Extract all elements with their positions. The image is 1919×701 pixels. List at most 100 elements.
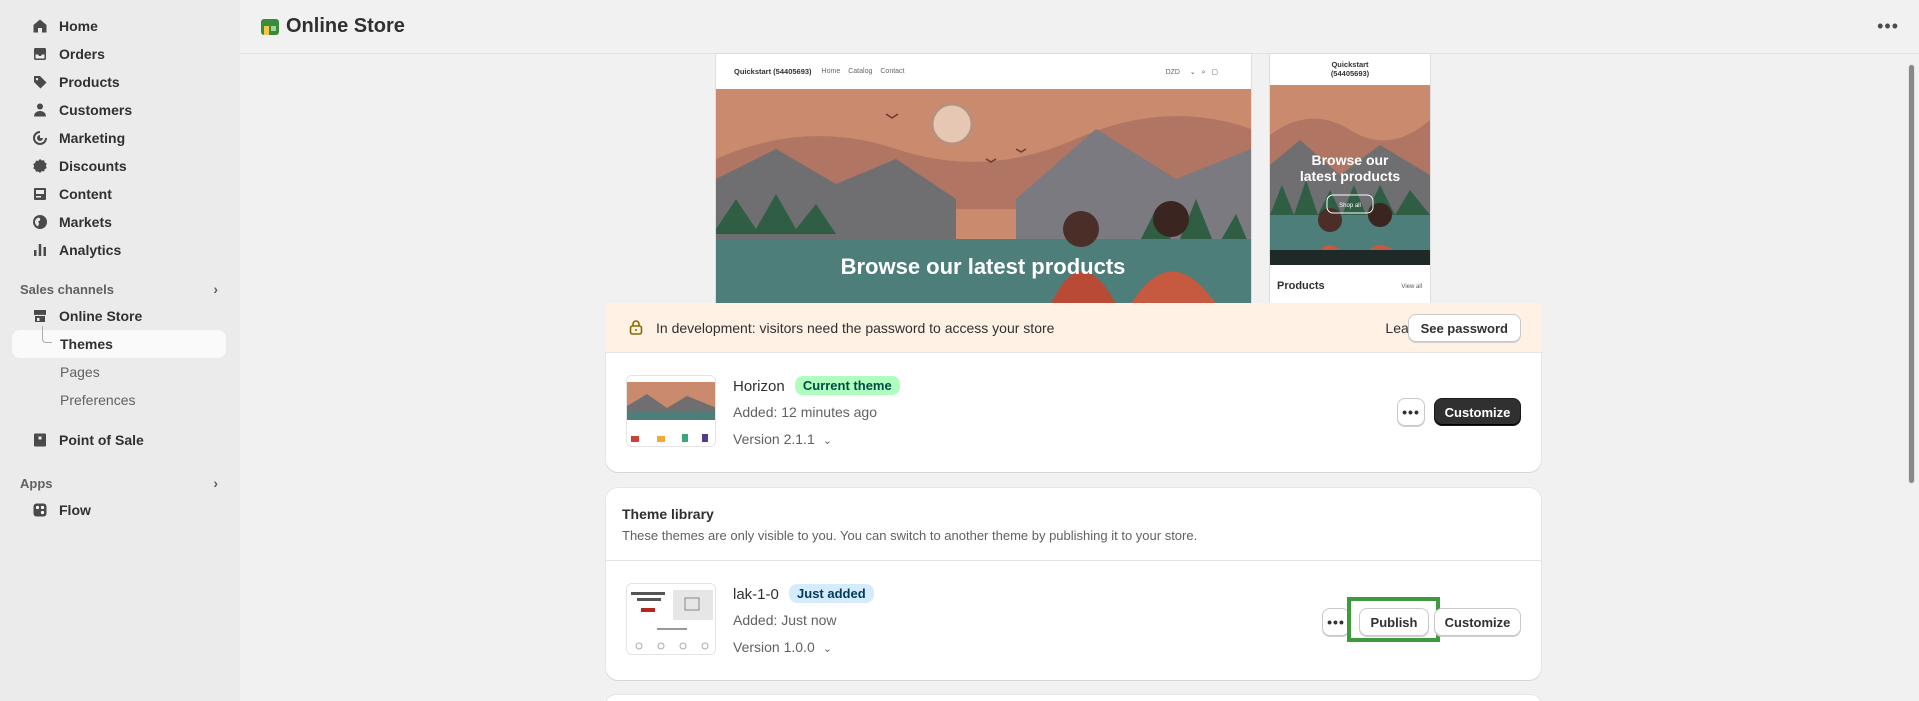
- preview-nav-catalog: Catalog: [848, 68, 873, 75]
- library-theme-version[interactable]: Version 1.0.0 ⌄: [733, 639, 832, 655]
- mobile-products-heading: Products: [1277, 280, 1325, 292]
- mobile-hero-line1: Browse our: [1311, 152, 1389, 168]
- theme-library-title: Theme library: [622, 506, 714, 522]
- content-icon: [32, 186, 48, 202]
- sidebar-item-orders[interactable]: Orders: [12, 40, 228, 68]
- banner-message: In development: visitors need the passwo…: [656, 320, 1055, 336]
- library-theme-version-label: Version 1.0.0: [733, 639, 815, 655]
- library-theme-name: lak-1-0: [733, 586, 779, 603]
- library-theme-name-line: lak-1-0 Just added: [733, 584, 874, 603]
- sidebar-subitem-label: Preferences: [60, 392, 136, 408]
- sidebar-item-label: Content: [59, 186, 112, 202]
- sidebar-subitem-preferences[interactable]: Preferences: [12, 386, 226, 414]
- desktop-preview: Quickstart (54405693) Home Catalog Conta…: [716, 54, 1251, 304]
- sidebar-subitem-label: Pages: [60, 364, 100, 380]
- bar-chart-icon: [32, 242, 48, 258]
- target-icon: [32, 130, 48, 146]
- library-theme-row: lak-1-0 Just added Added: Just now Versi…: [606, 561, 1541, 671]
- current-theme-customize-button[interactable]: Customize: [1434, 398, 1521, 426]
- scrollbar-thumb[interactable]: [1908, 64, 1915, 484]
- current-theme-row: Horizon Current theme Added: 12 minutes …: [606, 353, 1541, 463]
- sidebar: Home Orders Products Customers Marketing…: [0, 0, 240, 701]
- current-theme-name-line: Horizon Current theme: [733, 376, 900, 395]
- page-title: Online Store: [286, 15, 405, 37]
- preview-store-name: Quickstart (54405693): [734, 67, 812, 76]
- chevron-right-icon: ›: [213, 281, 218, 297]
- chevron-down-icon: ⌄: [822, 643, 832, 655]
- sidebar-item-flow[interactable]: Flow: [12, 496, 228, 524]
- more-actions-icon[interactable]: •••: [1877, 16, 1899, 37]
- library-theme-more-button[interactable]: •••: [1322, 608, 1350, 636]
- next-card: [606, 695, 1541, 701]
- sidebar-item-label: Markets: [59, 214, 112, 230]
- pos-icon: [32, 432, 48, 448]
- page-header: Online Store •••: [240, 0, 1919, 54]
- password-banner: In development: visitors need the passwo…: [606, 303, 1541, 353]
- desktop-preview-header: Quickstart (54405693) Home Catalog Conta…: [716, 54, 1251, 89]
- sidebar-item-content[interactable]: Content: [12, 180, 228, 208]
- sidebar-item-label: Marketing: [59, 130, 126, 146]
- current-theme-more-button[interactable]: •••: [1397, 398, 1425, 426]
- sidebar-item-label: Discounts: [59, 158, 127, 174]
- chevron-down-icon: ⌄: [822, 435, 832, 447]
- sidebar-item-analytics[interactable]: Analytics: [12, 236, 228, 264]
- library-theme-added: Added: Just now: [733, 612, 837, 628]
- sidebar-item-home[interactable]: Home: [12, 12, 228, 40]
- mobile-preview: Quickstart (54405693) Browse our latest …: [1270, 54, 1430, 304]
- person-icon: [32, 102, 48, 118]
- sales-channels-header[interactable]: Sales channels ›: [0, 276, 240, 302]
- page-scrollbar[interactable]: [1905, 54, 1919, 701]
- preview-nav-contact: Contact: [880, 68, 905, 75]
- preview-hero-text: Browse our latest products: [841, 254, 1126, 279]
- preview-nav-home: Home: [821, 68, 841, 75]
- globe-icon: [32, 214, 48, 230]
- see-password-button[interactable]: See password: [1407, 314, 1521, 342]
- home-icon: [32, 18, 48, 34]
- current-theme-name: Horizon: [733, 378, 785, 395]
- sidebar-item-discounts[interactable]: Discounts: [12, 152, 228, 180]
- sidebar-subitem-pages[interactable]: Pages: [12, 358, 226, 386]
- store-icon: [32, 308, 48, 324]
- current-theme-version[interactable]: Version 2.1.1 ⌄: [733, 431, 832, 447]
- library-theme-thumbnail[interactable]: [626, 583, 716, 655]
- discount-icon: [32, 158, 48, 174]
- sidebar-item-label: Customers: [59, 102, 133, 118]
- current-theme-thumbnail[interactable]: [626, 375, 716, 447]
- orders-icon: [32, 46, 48, 62]
- sidebar-item-point-of-sale[interactable]: Point of Sale: [12, 426, 228, 454]
- online-store-icon: [261, 18, 279, 35]
- publish-button[interactable]: Publish: [1359, 608, 1429, 636]
- sales-channels-title: Sales channels: [20, 281, 114, 297]
- sidebar-item-label: Flow: [59, 502, 91, 518]
- mobile-store-name: Quickstart: [1331, 60, 1369, 69]
- sidebar-item-marketing[interactable]: Marketing: [12, 124, 228, 152]
- sidebar-item-label: Home: [59, 18, 98, 34]
- apps-header[interactable]: Apps ›: [0, 470, 240, 496]
- sidebar-item-label: Analytics: [59, 242, 122, 258]
- mobile-shop-all: Shop all: [1339, 203, 1361, 209]
- mobile-store-id: (54405693): [1330, 69, 1370, 78]
- tree-connector: [42, 326, 52, 343]
- just-added-badge: Just added: [789, 584, 874, 603]
- sidebar-item-label: Point of Sale: [59, 432, 144, 448]
- sidebar-subitem-themes[interactable]: Themes: [12, 326, 226, 358]
- sidebar-item-markets[interactable]: Markets: [12, 208, 228, 236]
- sidebar-item-products[interactable]: Products: [12, 68, 228, 96]
- theme-preview[interactable]: Quickstart (54405693) Home Catalog Conta…: [606, 54, 1541, 304]
- current-theme-badge: Current theme: [794, 376, 900, 395]
- sidebar-item-label: Orders: [59, 46, 105, 62]
- mobile-view-all: View all: [1401, 284, 1422, 290]
- sidebar-item-customers[interactable]: Customers: [12, 96, 228, 124]
- mobile-preview-header: Quickstart (54405693): [1270, 54, 1430, 85]
- apps-title: Apps: [20, 475, 53, 491]
- sidebar-subitem-label: Themes: [60, 336, 113, 352]
- lock-icon: [629, 320, 643, 335]
- sidebar-item-label: Products: [59, 74, 120, 90]
- tag-icon: [32, 74, 48, 90]
- mobile-hero-illustration: Browse our latest products Shop all: [1270, 85, 1430, 265]
- current-theme-card: Horizon Current theme Added: 12 minutes …: [606, 353, 1541, 472]
- theme-library-card: Theme library These themes are only visi…: [606, 488, 1541, 680]
- library-theme-customize-button[interactable]: Customize: [1434, 608, 1521, 636]
- current-theme-version-label: Version 2.1.1: [733, 431, 815, 447]
- chevron-right-icon: ›: [213, 475, 218, 491]
